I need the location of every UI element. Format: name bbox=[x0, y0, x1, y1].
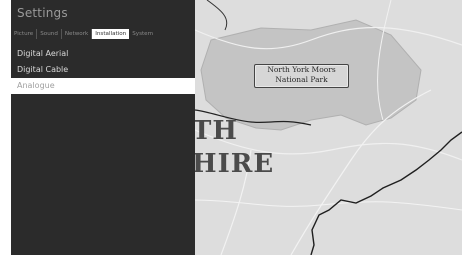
map-county-text-1: TH bbox=[192, 116, 238, 146]
tab-system[interactable]: System bbox=[129, 29, 156, 39]
tab-sound[interactable]: Sound bbox=[37, 28, 62, 39]
map-park-label: North York Moors National Park bbox=[254, 64, 349, 88]
menu-item-analogue[interactable]: Analogue bbox=[11, 78, 195, 94]
settings-panel: Settings Picture Sound Network Installat… bbox=[11, 0, 195, 255]
tab-network[interactable]: Network bbox=[62, 28, 93, 39]
tv-screen: North York Moors National Park TH HIRE S… bbox=[11, 0, 462, 255]
map-county-text-2: HIRE bbox=[192, 149, 275, 179]
map-park-label-line1: North York Moors bbox=[267, 65, 336, 74]
map-park-label-line2: National Park bbox=[275, 74, 328, 84]
menu-item-digital-cable[interactable]: Digital Cable bbox=[11, 62, 195, 78]
settings-title: Settings bbox=[17, 6, 68, 20]
installation-menu: Digital Aerial Digital Cable Analogue bbox=[11, 46, 195, 94]
tab-picture[interactable]: Picture bbox=[11, 28, 38, 39]
settings-tab-bar: Picture Sound Network Installation Syste… bbox=[11, 28, 195, 39]
tab-installation[interactable]: Installation bbox=[92, 28, 130, 39]
menu-item-digital-aerial[interactable]: Digital Aerial bbox=[11, 46, 195, 62]
